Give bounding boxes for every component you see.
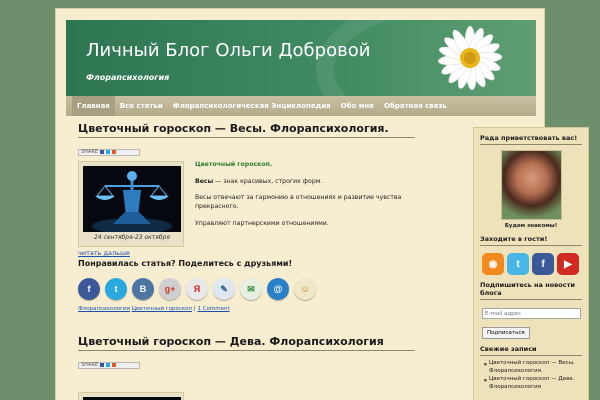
email-field[interactable] [482,308,581,319]
main-nav: Главная Все статьи Флорапсихологическая … [66,96,536,116]
post-2: Цветочный гороскоп — Дева. Флорапсихолог… [78,335,415,400]
post-title[interactable]: Цветочный гороскоп — Весы. Флорапсихолог… [78,122,415,138]
livejournal-icon[interactable]: ✎ [213,278,235,300]
site-header: Личный Блог Ольги Добровой Флорапсихолог… [66,20,536,96]
share-more-icon [112,363,116,367]
share-heading: Понравилась статья? Поделитесь с друзьям… [78,259,293,268]
post-paragraph-3: Управляют партнерскими отношениями. [195,219,329,227]
nav-item-home[interactable]: Главная [72,96,115,116]
post-paragraph-2: Весы отвечают за гармонию в отношениях и… [195,194,402,211]
google-plus-icon[interactable]: g+ [159,278,181,300]
share-button[interactable]: SHARE [78,148,140,156]
twitter-icon[interactable]: t [105,278,127,300]
facebook-icon[interactable]: f [78,278,100,300]
nav-item-contact[interactable]: Обратная связь [379,96,452,116]
widget-title-welcome: Рада приветствовать вас! [480,128,582,145]
youtube-icon[interactable]: ▶ [557,253,579,275]
post-paragraph-1: Весы — знак красивых, строгих форм. [195,178,413,187]
site-subtitle: Флорапсихология [86,73,170,82]
daisy-logo-icon [437,25,503,91]
vkontakte-icon[interactable]: B [132,278,154,300]
main-content: Цветочный гороскоп — Весы. Флорапсихолог… [78,122,415,400]
read-more-link[interactable]: читать дальше [78,249,130,257]
site-title[interactable]: Личный Блог Ольги Добровой [86,40,370,61]
recent-post-link[interactable]: Цветочный гороскоп — Весы. Флорапсихолог… [484,360,582,376]
share-more-icon [112,150,116,154]
share-facebook-icon [100,363,104,367]
post-body: 24 сентября-23 октября Цветочный гороско… [78,161,415,257]
share-label: SHARE [81,362,98,368]
mailru-icon[interactable]: @ [267,278,289,300]
odnoklassniki-icon[interactable]: ☺ [294,278,316,300]
category-link-floripsychology[interactable]: Флорапсихология [78,306,130,312]
nav-item-all-articles[interactable]: Все статьи [115,96,168,116]
share-button[interactable]: SHARE [78,361,140,369]
post-image-caption: 24 сентября-23 октября [94,234,170,241]
follow-icons: ◉ t f ▶ [482,253,588,275]
share-twitter-icon [106,363,110,367]
sidebar: Рада приветствовать вас! Будем знакомы! … [473,127,589,400]
subscribe-button[interactable]: Подписаться [482,327,530,339]
post-meta: Флорапсихология Цветочный гороскоп | 1 C… [78,306,230,312]
post-paragraph-1-bold: Весы [195,177,214,185]
nav-item-encyclopedia[interactable]: Флорапсихологическая Энциклопедия [168,96,336,116]
myworld-icon[interactable]: ✉ [240,278,262,300]
post-excerpt: Цветочный гороскоп. Весы — знак красивых… [195,161,413,236]
post-image-frame: 24 сентября-23 октября [78,161,184,247]
page-container: Личный Блог Ольги Добровой Флорапсихолог… [55,8,589,400]
social-share-row: f t B g+ Я ✎ ✉ @ ☺ [78,278,415,300]
avatar[interactable] [500,150,562,220]
rss-icon[interactable]: ◉ [482,253,504,275]
recent-posts-list: Цветочный гороскоп — Весы. Флорапсихолог… [484,360,582,392]
widget-title-visit: Заходите в гости! [480,229,582,246]
nav-item-about[interactable]: Обо мне [336,96,379,116]
facebook-square-icon[interactable]: f [532,253,554,275]
post-title[interactable]: Цветочный гороскоп — Дева. Флорапсихолог… [78,335,415,351]
share-label: SHARE [81,149,98,155]
libra-zodiac-image[interactable] [83,166,181,232]
yandex-icon[interactable]: Я [186,278,208,300]
share-facebook-icon [100,150,104,154]
post-intro: Цветочный гороскоп. [195,161,273,168]
comments-link[interactable]: 1 Comment [197,306,229,312]
post-image-frame [78,392,184,400]
widget-title-subscribe: Подпишитесь на новости блога [480,275,582,300]
widget-title-recent: Свежие записи [480,339,582,356]
post-paragraph-1-rest: — знак красивых, строгих форм. [213,177,323,185]
share-twitter-icon [106,150,110,154]
twitter-bird-icon[interactable]: t [507,253,529,275]
category-link-flower-horoscope[interactable]: Цветочный гороскоп [132,306,192,312]
recent-post-link[interactable]: Цветочный гороскоп — Дева. Флорапсихолог… [484,376,582,392]
